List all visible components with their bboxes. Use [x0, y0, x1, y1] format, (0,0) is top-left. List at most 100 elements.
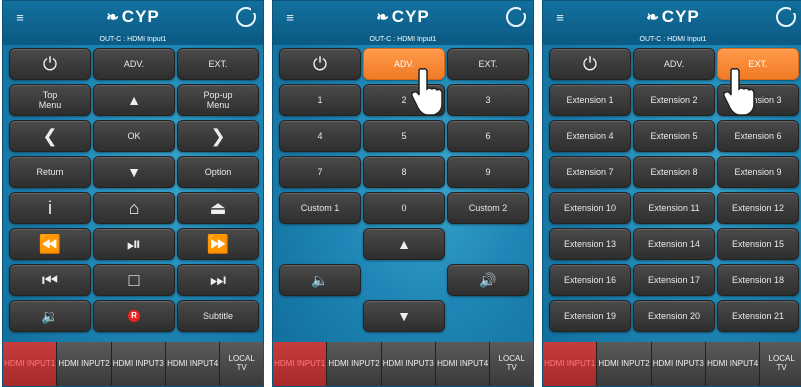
digit-button-8[interactable]: 8: [363, 156, 445, 188]
ext-button[interactable]: EXT.: [177, 48, 259, 80]
refresh-icon[interactable]: [506, 7, 527, 27]
tab-input-3[interactable]: HDMI INPUT3: [112, 342, 166, 386]
play-pause-button[interactable]: ⏯: [93, 228, 175, 260]
fast-forward-icon: ⏩: [206, 234, 230, 254]
tab-input-5[interactable]: LOCAL TV: [760, 342, 801, 386]
extension-button-11[interactable]: Extension 11: [633, 192, 715, 224]
return-button[interactable]: Return: [9, 156, 91, 188]
digit-button-5[interactable]: 5: [363, 120, 445, 152]
skip-previous-icon: ⏮: [41, 270, 59, 290]
extension-button-4[interactable]: Extension 4: [549, 120, 631, 152]
digit-button-4[interactable]: 4: [279, 120, 361, 152]
tab-input-4[interactable]: HDMI INPUT4: [706, 342, 761, 386]
ext-button[interactable]: EXT.: [717, 48, 799, 80]
brand-mark-icon: ❧: [376, 9, 390, 26]
down-button[interactable]: ▼: [93, 156, 175, 188]
extension-button-5[interactable]: Extension 5: [633, 120, 715, 152]
digit-button-3[interactable]: 3: [447, 84, 529, 116]
tab-input-4[interactable]: HDMI INPUT4: [436, 342, 491, 386]
extension-button-3[interactable]: Extension 3: [717, 84, 799, 116]
tab-input-2[interactable]: HDMI INPUT2: [597, 342, 652, 386]
extension-button-2[interactable]: Extension 2: [633, 84, 715, 116]
volume-high-button[interactable]: 🔊: [447, 264, 529, 296]
digit-button-2[interactable]: 2: [363, 84, 445, 116]
option-button[interactable]: Option: [177, 156, 259, 188]
digit-button-0[interactable]: 0: [363, 192, 445, 224]
eject-button[interactable]: ⏏: [177, 192, 259, 224]
extension-button-13[interactable]: Extension 13: [549, 228, 631, 260]
extension-button-18[interactable]: Extension 18: [717, 264, 799, 296]
extension-button-8[interactable]: Extension 8: [633, 156, 715, 188]
digit-button-9[interactable]: 9: [447, 156, 529, 188]
extension-button-14[interactable]: Extension 14: [633, 228, 715, 260]
tab-input-1[interactable]: HDMI INPUT1: [543, 342, 598, 386]
extension-button-21[interactable]: Extension 21: [717, 300, 799, 332]
record-button[interactable]: R: [93, 300, 175, 332]
extension-button-12[interactable]: Extension 12: [717, 192, 799, 224]
power-button[interactable]: ⏻: [279, 48, 361, 80]
stop-icon: □: [128, 270, 140, 290]
adv-button[interactable]: ADV.: [93, 48, 175, 80]
next-button[interactable]: ⏭: [177, 264, 259, 296]
brand-mark-icon: ❧: [106, 9, 120, 26]
channel-down-button[interactable]: ▼: [363, 300, 445, 332]
extension-button-10[interactable]: Extension 10: [549, 192, 631, 224]
rewind-button[interactable]: ⏪: [9, 228, 91, 260]
extension-button-7[interactable]: Extension 7: [549, 156, 631, 188]
home-button[interactable]: ⌂: [93, 192, 175, 224]
tab-input-2[interactable]: HDMI INPUT2: [57, 342, 112, 386]
extension-button-9[interactable]: Extension 9: [717, 156, 799, 188]
tab-input-1[interactable]: HDMI INPUT1: [3, 342, 58, 386]
tab-input-1[interactable]: HDMI INPUT1: [273, 342, 328, 386]
extension-button-20[interactable]: Extension 20: [633, 300, 715, 332]
refresh-icon[interactable]: [236, 7, 257, 27]
digit-button-1[interactable]: 1: [279, 84, 361, 116]
adv-button[interactable]: ADV.: [633, 48, 715, 80]
speaker-low-icon: 🔈: [311, 272, 329, 288]
adv-button[interactable]: ADV.: [363, 48, 445, 80]
brand-mark-icon: ❧: [646, 9, 660, 26]
custom-2-button[interactable]: Custom 2: [447, 192, 529, 224]
custom-1-button[interactable]: Custom 1: [279, 192, 361, 224]
chevron-down-icon: ▼: [127, 164, 141, 180]
volume-up-button[interactable]: ▲: [363, 228, 445, 260]
left-button[interactable]: ❮: [9, 120, 91, 152]
stop-button[interactable]: □: [93, 264, 175, 296]
refresh-icon[interactable]: [776, 7, 797, 27]
rewind-icon: ⏪: [38, 234, 62, 254]
fast-forward-button[interactable]: ⏩: [177, 228, 259, 260]
audio-button[interactable]: 🔉: [9, 300, 91, 332]
tab-input-3[interactable]: HDMI INPUT3: [652, 342, 706, 386]
extension-button-17[interactable]: Extension 17: [633, 264, 715, 296]
extension-button-6[interactable]: Extension 6: [717, 120, 799, 152]
extension-button-19[interactable]: Extension 19: [549, 300, 631, 332]
eject-icon: ⏏: [209, 198, 227, 218]
ok-button[interactable]: OK: [93, 120, 175, 152]
popup-menu-button[interactable]: Pop-up Menu: [177, 84, 259, 116]
power-button[interactable]: ⏻: [549, 48, 631, 80]
volume-down-button[interactable]: 🔈: [279, 264, 361, 296]
remote-panel-main: ≡ ❧ CYP OUT-C : HDMI Input1 HDMI INPUT1 HDMI …: [2, 0, 264, 387]
tab-input-5[interactable]: LOCAL TV: [490, 342, 533, 386]
top-menu-button[interactable]: Top Menu: [9, 84, 91, 116]
digit-button-6[interactable]: 6: [447, 120, 529, 152]
tab-input-4[interactable]: HDMI INPUT4: [166, 342, 221, 386]
info-button[interactable]: i: [9, 192, 91, 224]
output-status: OUT-C : HDMI Input1: [543, 35, 801, 45]
chevron-up-icon: ▲: [127, 92, 141, 108]
extension-button-1[interactable]: Extension 1: [549, 84, 631, 116]
subtitle-button[interactable]: Subtitle: [177, 300, 259, 332]
extension-button-15[interactable]: Extension 15: [717, 228, 799, 260]
extension-button-16[interactable]: Extension 16: [549, 264, 631, 296]
ext-button[interactable]: EXT.: [447, 48, 529, 80]
up-button[interactable]: ▲: [93, 84, 175, 116]
brand-name: CYP: [121, 7, 160, 26]
tab-input-5[interactable]: LOCAL TV: [220, 342, 263, 386]
previous-button[interactable]: ⏮: [9, 264, 91, 296]
tab-input-3[interactable]: HDMI INPUT3: [382, 342, 436, 386]
right-button[interactable]: ❯: [177, 120, 259, 152]
tab-input-2[interactable]: HDMI INPUT2: [327, 342, 382, 386]
digit-button-7[interactable]: 7: [279, 156, 361, 188]
speaker-icon: 🔉: [41, 308, 59, 324]
power-button[interactable]: ⏻: [9, 48, 91, 80]
